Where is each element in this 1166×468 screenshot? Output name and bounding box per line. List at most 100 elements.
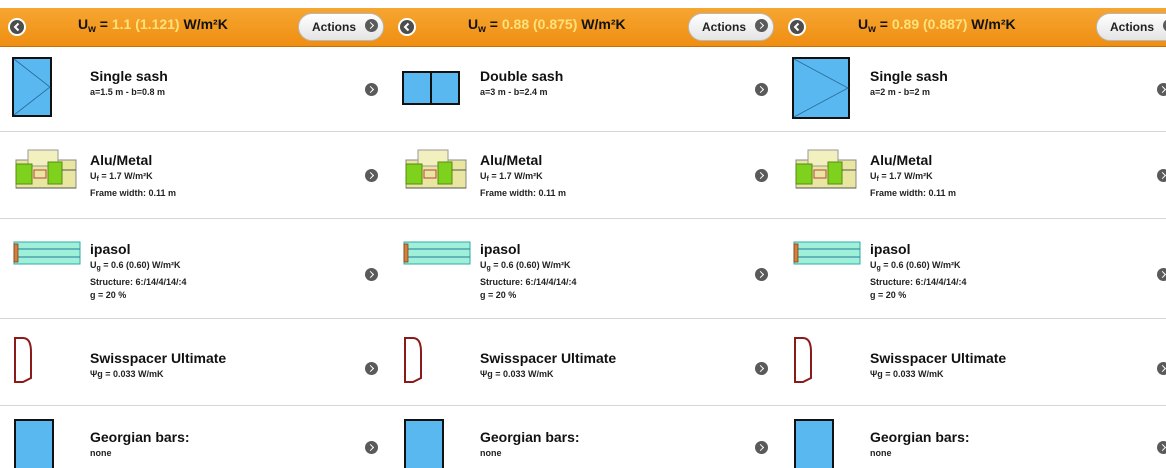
glazing-g-value: g = 20 %: [480, 290, 517, 300]
glazing-icon: [13, 241, 81, 265]
frame-width: Frame width: 0.11 m: [90, 188, 177, 198]
glazing-structure: Structure: 6:/14/4/14/:4: [90, 277, 187, 287]
georgian-bars-value: none: [90, 448, 112, 458]
header-bar: Uw = 1.1 (1.121) W/m²K Actions: [0, 8, 390, 47]
georgian-bars-icon: [404, 419, 444, 468]
back-icon: [13, 22, 20, 32]
uw-value: 0.88 (0.875): [501, 16, 578, 32]
chevron-right-icon: [755, 268, 768, 281]
uw-value: 1.1 (1.121): [111, 16, 180, 32]
spacer-title: Swisspacer Ultimate: [480, 350, 617, 366]
chevron-right-icon: [755, 169, 768, 182]
glazing-row[interactable]: ipasol Ug = 0.6 (0.60) W/m²K Structure: …: [780, 218, 1166, 319]
chevron-right-icon: [365, 83, 378, 96]
spacer-row[interactable]: Swisspacer Ultimate Ψg = 0.033 W/mK: [780, 318, 1166, 406]
sash-dimensions: a=2 m - b=2 m: [870, 87, 931, 97]
glazing-icon: [793, 241, 861, 265]
frame-profile-icon: [405, 149, 467, 189]
spacer-row[interactable]: Swisspacer Ultimate Ψg = 0.033 W/mK: [390, 318, 780, 406]
sash-title: Single sash: [870, 68, 948, 84]
georgian-bars-icon: [794, 419, 834, 468]
frame-width: Frame width: 0.11 m: [480, 188, 567, 198]
frame-profile-icon: [795, 149, 857, 189]
glazing-ug: Ug = 0.6 (0.60) W/m²K: [90, 260, 181, 272]
chevron-right-icon: [755, 362, 768, 375]
spacer-row[interactable]: Swisspacer Ultimate Ψg = 0.033 W/mK: [0, 318, 390, 406]
frame-row[interactable]: Alu/Metal Uf = 1.7 W/m²K Frame width: 0.…: [0, 131, 390, 219]
uw-title: Uw = 1.1 (1.121) W/m²K: [78, 16, 228, 35]
glazing-ug: Ug = 0.6 (0.60) W/m²K: [870, 260, 961, 272]
frame-row[interactable]: Alu/Metal Uf = 1.7 W/m²K Frame width: 0.…: [390, 131, 780, 219]
back-button[interactable]: [788, 18, 806, 36]
back-icon: [403, 22, 410, 32]
georgian-bars-value: none: [480, 448, 502, 458]
spacer-title: Swisspacer Ultimate: [90, 350, 227, 366]
window-panel-3: Uw = 0.89 (0.887) W/m²K Actions Single s…: [780, 0, 1166, 468]
back-button[interactable]: [398, 18, 416, 36]
uw-value: 0.89 (0.887): [891, 16, 968, 32]
chevron-right-icon: [1157, 83, 1166, 96]
header-bar: Uw = 0.89 (0.887) W/m²K Actions: [780, 8, 1166, 47]
spacer-icon: [794, 337, 812, 383]
glazing-structure: Structure: 6:/14/4/14/:4: [870, 277, 967, 287]
header-bar: Uw = 0.88 (0.875) W/m²K Actions: [390, 8, 780, 47]
chevron-right-icon: [1157, 169, 1166, 182]
single-sash-icon: [12, 57, 52, 117]
window-panel-2: Uw = 0.88 (0.875) W/m²K Actions Double s…: [390, 0, 780, 468]
frame-title: Alu/Metal: [870, 152, 933, 168]
single-sash-icon: [792, 57, 850, 119]
glazing-row[interactable]: ipasol Ug = 0.6 (0.60) W/m²K Structure: …: [0, 218, 390, 319]
sash-row[interactable]: Double sash a=3 m - b=2.4 m: [390, 47, 780, 132]
georgian-bars-icon: [14, 419, 54, 468]
glazing-row[interactable]: ipasol Ug = 0.6 (0.60) W/m²K Structure: …: [390, 218, 780, 319]
chevron-right-icon: [755, 19, 768, 32]
spacer-title: Swisspacer Ultimate: [870, 350, 1007, 366]
double-sash-icon: [402, 71, 460, 105]
frame-uf: Uf = 1.7 W/m²K: [90, 171, 153, 183]
georgian-bars-value: none: [870, 448, 892, 458]
chevron-right-icon: [1157, 268, 1166, 281]
frame-profile-icon: [15, 149, 77, 189]
spacer-icon: [14, 337, 32, 383]
spacer-psi: Ψg = 0.033 W/mK: [480, 369, 554, 379]
back-icon: [793, 22, 800, 32]
georgian-bars-title: Georgian bars:: [480, 429, 580, 445]
sash-title: Single sash: [90, 68, 168, 84]
spacer-psi: Ψg = 0.033 W/mK: [870, 369, 944, 379]
sash-title: Double sash: [480, 68, 564, 84]
chevron-right-icon: [365, 268, 378, 281]
uw-title: Uw = 0.88 (0.875) W/m²K: [468, 16, 626, 35]
back-button[interactable]: [8, 18, 26, 36]
frame-title: Alu/Metal: [480, 152, 543, 168]
chevron-right-icon: [365, 19, 378, 32]
georgian-bars-title: Georgian bars:: [90, 429, 190, 445]
glazing-title: ipasol: [480, 241, 521, 257]
glazing-structure: Structure: 6:/14/4/14/:4: [480, 277, 577, 287]
actions-button[interactable]: Actions: [298, 13, 384, 41]
georgian-bars-title: Georgian bars:: [870, 429, 970, 445]
glazing-title: ipasol: [870, 241, 911, 257]
glazing-g-value: g = 20 %: [90, 290, 127, 300]
chevron-right-icon: [365, 441, 378, 454]
chevron-right-icon: [1157, 441, 1166, 454]
actions-button[interactable]: Actions: [1096, 13, 1166, 41]
sash-dimensions: a=3 m - b=2.4 m: [480, 87, 548, 97]
spacer-psi: Ψg = 0.033 W/mK: [90, 369, 164, 379]
actions-button[interactable]: Actions: [688, 13, 774, 41]
chevron-right-icon: [1157, 362, 1166, 375]
frame-width: Frame width: 0.11 m: [870, 188, 957, 198]
frame-row[interactable]: Alu/Metal Uf = 1.7 W/m²K Frame width: 0.…: [780, 131, 1166, 219]
sash-row[interactable]: Single sash a=1.5 m - b=0.8 m: [0, 47, 390, 132]
georgian-bars-row[interactable]: Georgian bars: none: [780, 405, 1166, 468]
frame-title: Alu/Metal: [90, 152, 153, 168]
spacer-icon: [404, 337, 422, 383]
frame-uf: Uf = 1.7 W/m²K: [480, 171, 543, 183]
chevron-right-icon: [365, 362, 378, 375]
window-panel-1: Uw = 1.1 (1.121) W/m²K Actions Single sa…: [0, 0, 390, 468]
glazing-icon: [403, 241, 471, 265]
uw-title: Uw = 0.89 (0.887) W/m²K: [858, 16, 1016, 35]
georgian-bars-row[interactable]: Georgian bars: none: [0, 405, 390, 468]
sash-row[interactable]: Single sash a=2 m - b=2 m: [780, 47, 1166, 132]
georgian-bars-row[interactable]: Georgian bars: none: [390, 405, 780, 468]
chevron-right-icon: [755, 441, 768, 454]
